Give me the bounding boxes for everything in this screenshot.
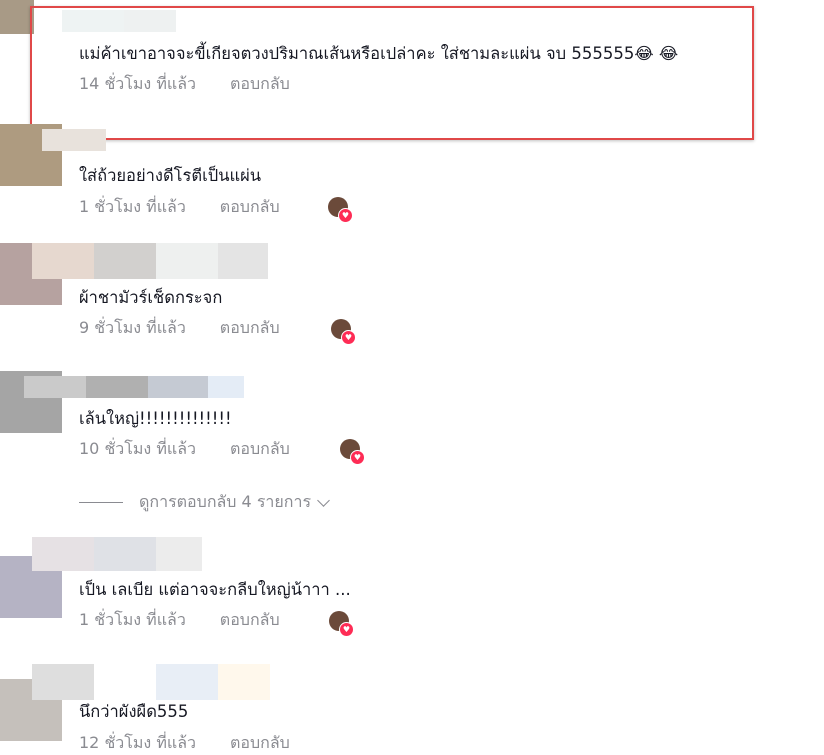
comment-time: 1 ชั่วโมง ที่แล้ว xyxy=(79,197,186,216)
heart-icon: ♥ xyxy=(339,622,354,637)
comment-item: นึกว่าผังผืด555 12 ชั่วโมง ที่แล้ว ตอบกลั… xyxy=(0,664,824,755)
creator-liked-badge: ♥ xyxy=(331,319,356,345)
comment-text: ผ้าชามัวร์เช็ดกระจก xyxy=(79,288,223,307)
username-blurred[interactable] xyxy=(32,664,270,700)
creator-liked-badge: ♥ xyxy=(340,439,365,465)
comment-item: เป็น เลเบีย แต่อาจจะกลีบใหญ่น้าาา ... 1 … xyxy=(0,537,824,637)
username-blurred[interactable] xyxy=(42,129,106,151)
comment-text: เป็น เลเบีย แต่อาจจะกลีบใหญ่น้าาา ... xyxy=(79,580,351,599)
reply-button[interactable]: ตอบกลับ xyxy=(230,733,290,752)
comment-item: ผ้าชามัวร์เช็ดกระจก 9 ชั่วโมง ที่แล้ว ตอบ… xyxy=(0,243,824,345)
view-replies-button[interactable]: ดูการตอบกลับ 4 รายการ xyxy=(79,490,330,515)
username-blurred[interactable] xyxy=(32,243,268,279)
heart-icon: ♥ xyxy=(341,330,356,345)
comment-meta: 1 ชั่วโมง ที่แล้ว ตอบกลับ xyxy=(79,609,280,631)
avatar[interactable] xyxy=(0,0,34,34)
comment-text: นึกว่าผังผืด555 xyxy=(79,702,189,721)
comment-text: ใส่ถ้วยอย่างดีโรตีเป็นแผ่น xyxy=(79,166,262,185)
comment-meta: 10 ชั่วโมง ที่แล้ว ตอบกลับ xyxy=(79,438,290,460)
comment-meta: 9 ชั่วโมง ที่แล้ว ตอบกลับ xyxy=(79,317,280,339)
creator-liked-badge: ♥ xyxy=(328,197,353,223)
reply-button[interactable]: ตอบกลับ xyxy=(230,439,290,458)
comment-time: 12 ชั่วโมง ที่แล้ว xyxy=(79,733,196,752)
heart-icon: ♥ xyxy=(338,208,353,223)
divider-line xyxy=(79,502,123,503)
view-replies-label: ดูการตอบกลับ 4 รายการ xyxy=(139,492,312,511)
comment-item: ใส่ถ้วยอย่างดีโรตีเป็นแผ่น 1 ชั่วโมง ที่… xyxy=(0,124,824,224)
comment-time: 1 ชั่วโมง ที่แล้ว xyxy=(79,610,186,629)
username-blurred[interactable] xyxy=(24,376,244,398)
username-blurred[interactable] xyxy=(32,537,202,571)
creator-liked-badge: ♥ xyxy=(329,611,354,637)
reply-button[interactable]: ตอบกลับ xyxy=(220,318,280,337)
reply-button[interactable]: ตอบกลับ xyxy=(220,610,280,629)
comment-meta: 1 ชั่วโมง ที่แล้ว ตอบกลับ xyxy=(79,196,280,218)
reply-button[interactable]: ตอบกลับ xyxy=(220,197,280,216)
chevron-down-icon xyxy=(317,493,330,507)
comment-meta: 12 ชั่วโมง ที่แล้ว ตอบกลับ xyxy=(79,732,290,754)
comment-time: 9 ชั่วโมง ที่แล้ว xyxy=(79,318,186,337)
heart-icon: ♥ xyxy=(350,450,365,465)
comment-text: เล้นใหญ่!!!!!!!!!!!!!! xyxy=(79,409,232,428)
highlight-box xyxy=(30,6,754,140)
comment-time: 10 ชั่วโมง ที่แล้ว xyxy=(79,439,196,458)
